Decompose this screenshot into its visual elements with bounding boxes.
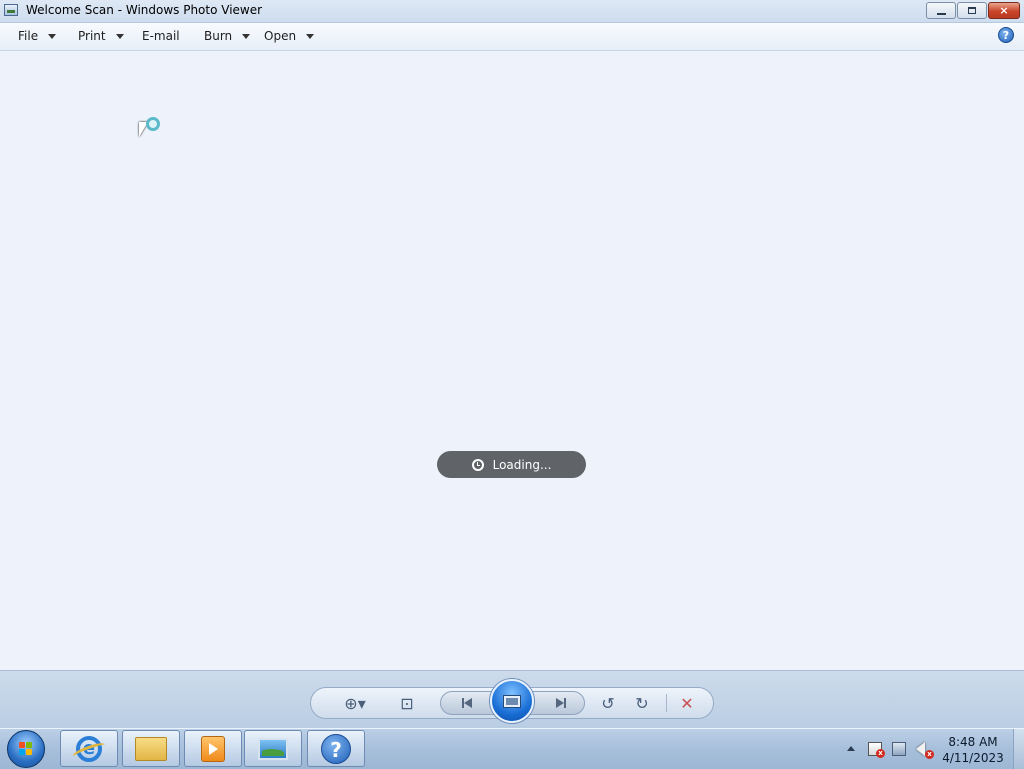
mute-badge-icon: x (925, 750, 934, 759)
volume-muted-icon[interactable]: x (916, 742, 934, 759)
help-icon: ? (1002, 29, 1010, 42)
menu-email-label: E-mail (142, 29, 180, 43)
taskbar: e ? x x 8:48 AM 4/11/2023 (0, 728, 1024, 769)
playback-control-bar: ⊕▾ ⊡ ↺ ↻ ✕ (0, 670, 1024, 729)
clock-icon (471, 458, 484, 471)
menu-print-label: Print (78, 29, 106, 43)
title-bar: Welcome Scan - Windows Photo Viewer × (0, 0, 1024, 23)
photo-viewer-icon (258, 737, 288, 760)
clock-time: 8:48 AM (948, 735, 998, 749)
zoom-icon: ⊕▾ (344, 693, 366, 713)
next-icon-bar (564, 698, 566, 708)
chevron-up-icon[interactable] (847, 746, 855, 751)
command-bar: File Print E-mail Burn Open ? (0, 23, 1024, 51)
chevron-down-icon (48, 33, 57, 39)
restore-icon (968, 7, 976, 14)
next-icon (556, 698, 564, 708)
rotate-counterclockwise-button[interactable]: ↺ (595, 688, 621, 718)
busy-indicator-icon (146, 117, 160, 131)
start-button[interactable] (7, 730, 45, 768)
actual-size-icon: ⊡ (400, 693, 414, 713)
error-badge-icon: x (876, 749, 885, 758)
network-icon[interactable] (892, 742, 906, 756)
rotate-clockwise-button[interactable]: ↻ (629, 688, 655, 718)
system-clock[interactable]: 8:48 AM 4/11/2023 (938, 734, 1008, 766)
previous-button[interactable] (455, 692, 479, 714)
menu-burn-label: Burn (204, 29, 233, 43)
windows-start-icon (19, 742, 33, 756)
menu-print[interactable]: Print (78, 29, 124, 43)
control-divider (666, 694, 667, 712)
menu-file[interactable]: File (18, 29, 57, 43)
notification-area: x x 8:48 AM 4/11/2023 (840, 729, 1024, 769)
slideshow-icon (503, 694, 521, 708)
image-viewer-area[interactable]: Loading... (0, 51, 1024, 670)
speaker-icon (916, 742, 925, 756)
flag-blue (19, 749, 25, 755)
media-player-icon (201, 735, 225, 762)
delete-icon: ✕ (680, 693, 694, 713)
menu-burn[interactable]: Burn (204, 29, 251, 43)
action-center-flag-icon[interactable]: x (868, 742, 885, 758)
actual-size-button[interactable]: ⊡ (393, 688, 421, 718)
menu-file-label: File (18, 29, 39, 43)
taskbar-help-and-support[interactable]: ? (307, 730, 365, 767)
taskbar-windows-explorer[interactable] (122, 730, 180, 767)
taskbar-media-player[interactable] (184, 730, 242, 767)
photo-viewer-icon[interactable] (4, 4, 18, 16)
flag-red (19, 742, 25, 748)
next-button[interactable] (549, 692, 573, 714)
rotate-clockwise-icon: ↻ (635, 693, 649, 713)
folder-icon (135, 736, 167, 761)
chevron-down-icon (242, 33, 251, 39)
delete-button[interactable]: ✕ (674, 688, 700, 718)
internet-explorer-icon: e (76, 735, 102, 762)
minimize-button[interactable] (926, 2, 956, 19)
zoom-button[interactable]: ⊕▾ (337, 688, 373, 718)
help-button[interactable]: ? (998, 27, 1014, 43)
show-desktop-button[interactable] (1013, 729, 1024, 769)
menu-open-label: Open (264, 29, 297, 43)
previous-icon-arrow (464, 698, 472, 708)
clock-date: 4/11/2023 (942, 751, 1004, 765)
rotate-counterclockwise-icon: ↺ (601, 693, 615, 713)
loading-text: Loading... (492, 457, 552, 472)
taskbar-internet-explorer[interactable]: e (60, 730, 118, 767)
menu-open[interactable]: Open (264, 29, 315, 43)
chevron-down-icon (115, 33, 124, 39)
window-title: Welcome Scan - Windows Photo Viewer (26, 3, 263, 17)
help-icon: ? (321, 733, 351, 764)
loading-indicator: Loading... (437, 451, 586, 478)
control-pill: ⊕▾ ⊡ ↺ ↻ ✕ (310, 679, 714, 723)
maximize-button[interactable] (957, 2, 987, 19)
menu-email[interactable]: E-mail (142, 29, 180, 43)
flag-yellow (26, 749, 32, 755)
slideshow-button[interactable] (490, 679, 534, 723)
flag-green (26, 742, 32, 748)
window-controls: × (926, 2, 1020, 19)
chevron-down-icon (306, 33, 315, 39)
taskbar-photo-viewer[interactable] (244, 730, 302, 767)
minimize-icon (936, 12, 946, 15)
close-button[interactable]: × (988, 2, 1020, 19)
close-icon: × (999, 4, 1009, 17)
